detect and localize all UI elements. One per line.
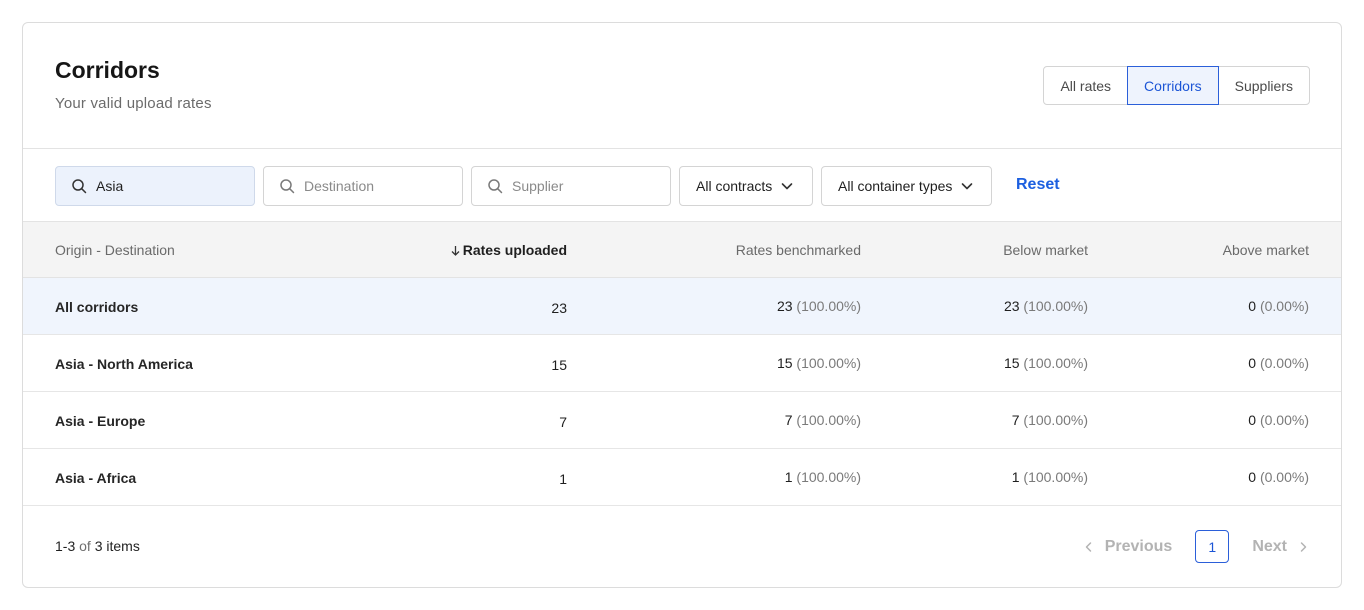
rates-uploaded-value: 7 — [559, 414, 567, 430]
page-title: Corridors — [55, 57, 160, 83]
column-header-above-market[interactable]: Above market — [1223, 242, 1309, 258]
destination-search-input[interactable]: Destination — [263, 166, 463, 206]
table-row[interactable]: Asia - North America 15 15 (100.00%) 15 … — [23, 335, 1341, 392]
supplier-placeholder: Supplier — [512, 178, 564, 194]
table-footer: 1-3 of 3 items Previous 1 Next — [23, 506, 1341, 586]
page-subtitle: Your valid upload rates — [55, 95, 212, 112]
above-count: 0 — [1248, 469, 1257, 485]
below-percent: (100.00%) — [1023, 355, 1088, 371]
card-header: Corridors Your valid upload rates All ra… — [23, 23, 1341, 149]
benchmarked-count: 23 — [776, 298, 793, 314]
search-icon — [72, 179, 87, 194]
benchmarked-percent: (100.00%) — [796, 355, 861, 371]
corridor-name: Asia - Africa — [55, 470, 137, 486]
rates-benchmarked-value: 1 (100.00%) — [785, 469, 861, 485]
rates-benchmarked-value: 7 (100.00%) — [785, 412, 861, 428]
page-number-button[interactable]: 1 — [1195, 530, 1230, 563]
benchmarked-percent: (100.00%) — [796, 469, 861, 485]
above-market-value: 0 (0.00%) — [1248, 412, 1309, 428]
items-total: 3 items — [94, 538, 140, 554]
supplier-search-input[interactable]: Supplier — [471, 166, 671, 206]
corridor-name: Asia - North America — [55, 356, 193, 372]
above-market-value: 0 (0.00%) — [1248, 355, 1309, 371]
below-count: 7 — [1011, 412, 1020, 428]
table-row[interactable]: All corridors 23 23 (100.00%) 23 (100.00… — [23, 278, 1341, 335]
rates-uploaded-value: 15 — [551, 357, 567, 373]
below-market-value: 23 (100.00%) — [1004, 298, 1088, 314]
previous-page-button[interactable]: Previous — [1083, 537, 1173, 556]
chevron-down-icon — [962, 183, 973, 190]
below-count: 23 — [1003, 298, 1020, 314]
chevron-right-icon — [1300, 541, 1307, 552]
items-of: of — [79, 538, 91, 554]
rates-uploaded-value: 1 — [559, 471, 567, 487]
contracts-selected: All contracts — [696, 178, 773, 194]
destination-placeholder: Destination — [304, 178, 375, 194]
next-label: Next — [1252, 537, 1287, 555]
tab-suppliers[interactable]: Suppliers — [1217, 66, 1310, 105]
table-row[interactable]: Asia - Africa 1 1 (100.00%) 1 (100.00%) … — [23, 449, 1341, 506]
rates-benchmarked-value: 23 (100.00%) — [777, 298, 861, 314]
previous-label: Previous — [1104, 537, 1173, 555]
view-switcher: All rates Corridors Suppliers — [1043, 66, 1310, 105]
contracts-dropdown[interactable]: All contracts — [679, 166, 813, 206]
table-row[interactable]: Asia - Europe 7 7 (100.00%) 7 (100.00%) … — [23, 392, 1341, 449]
above-count: 0 — [1248, 298, 1257, 314]
chevron-left-icon — [1085, 541, 1091, 552]
rates-benchmarked-value: 15 (100.00%) — [777, 355, 861, 371]
column-header-origin-destination[interactable]: Origin - Destination — [55, 242, 175, 258]
table-header: Origin - Destination Rates uploaded Rate… — [23, 222, 1341, 278]
arrow-down-icon — [451, 246, 460, 256]
below-percent: (100.00%) — [1023, 469, 1088, 485]
tab-corridors[interactable]: Corridors — [1127, 66, 1219, 105]
above-percent: (0.00%) — [1259, 412, 1309, 428]
above-count: 0 — [1248, 355, 1257, 371]
below-market-value: 7 (100.00%) — [1012, 412, 1088, 428]
rates-uploaded-value: 23 — [551, 300, 567, 316]
origin-search-input[interactable]: Asia — [55, 166, 255, 206]
benchmarked-count: 7 — [784, 412, 793, 428]
above-percent: (0.00%) — [1259, 298, 1309, 314]
above-percent: (0.00%) — [1259, 469, 1309, 485]
above-market-value: 0 (0.00%) — [1248, 469, 1309, 485]
benchmarked-count: 1 — [784, 469, 793, 485]
below-count: 1 — [1011, 469, 1020, 485]
corridors-card: Corridors Your valid upload rates All ra… — [22, 22, 1342, 588]
column-header-rates-uploaded-label: Rates uploaded — [462, 242, 567, 258]
below-percent: (100.00%) — [1023, 412, 1088, 428]
chevron-down-icon — [781, 183, 793, 190]
search-icon — [488, 179, 503, 194]
next-page-button[interactable]: Next — [1252, 538, 1309, 556]
below-percent: (100.00%) — [1023, 298, 1088, 314]
container-types-selected: All container types — [838, 178, 953, 194]
column-header-below-market[interactable]: Below market — [1003, 242, 1088, 258]
above-percent: (0.00%) — [1259, 355, 1309, 371]
below-market-value: 15 (100.00%) — [1004, 355, 1088, 371]
corridor-name: All corridors — [55, 299, 139, 315]
corridor-name: Asia - Europe — [55, 413, 146, 429]
benchmarked-percent: (100.00%) — [796, 412, 861, 428]
items-range: 1-3 — [55, 538, 76, 554]
benchmarked-percent: (100.00%) — [796, 298, 861, 314]
filter-bar: Asia Destination Supplier All contracts … — [23, 149, 1341, 222]
container-types-dropdown[interactable]: All container types — [821, 166, 992, 206]
origin-search-value: Asia — [96, 178, 124, 194]
below-market-value: 1 (100.00%) — [1012, 469, 1088, 485]
reset-button[interactable]: Reset — [1016, 176, 1060, 194]
column-header-rates-uploaded[interactable]: Rates uploaded — [450, 242, 567, 258]
items-count: 1-3 of 3 items — [55, 538, 140, 554]
search-icon — [280, 179, 295, 194]
below-count: 15 — [1003, 355, 1020, 371]
tab-all-rates[interactable]: All rates — [1043, 66, 1129, 105]
pagination: Previous 1 Next — [1083, 530, 1309, 563]
column-header-rates-benchmarked[interactable]: Rates benchmarked — [736, 242, 861, 258]
above-market-value: 0 (0.00%) — [1248, 298, 1309, 314]
benchmarked-count: 15 — [776, 355, 793, 371]
above-count: 0 — [1248, 412, 1257, 428]
